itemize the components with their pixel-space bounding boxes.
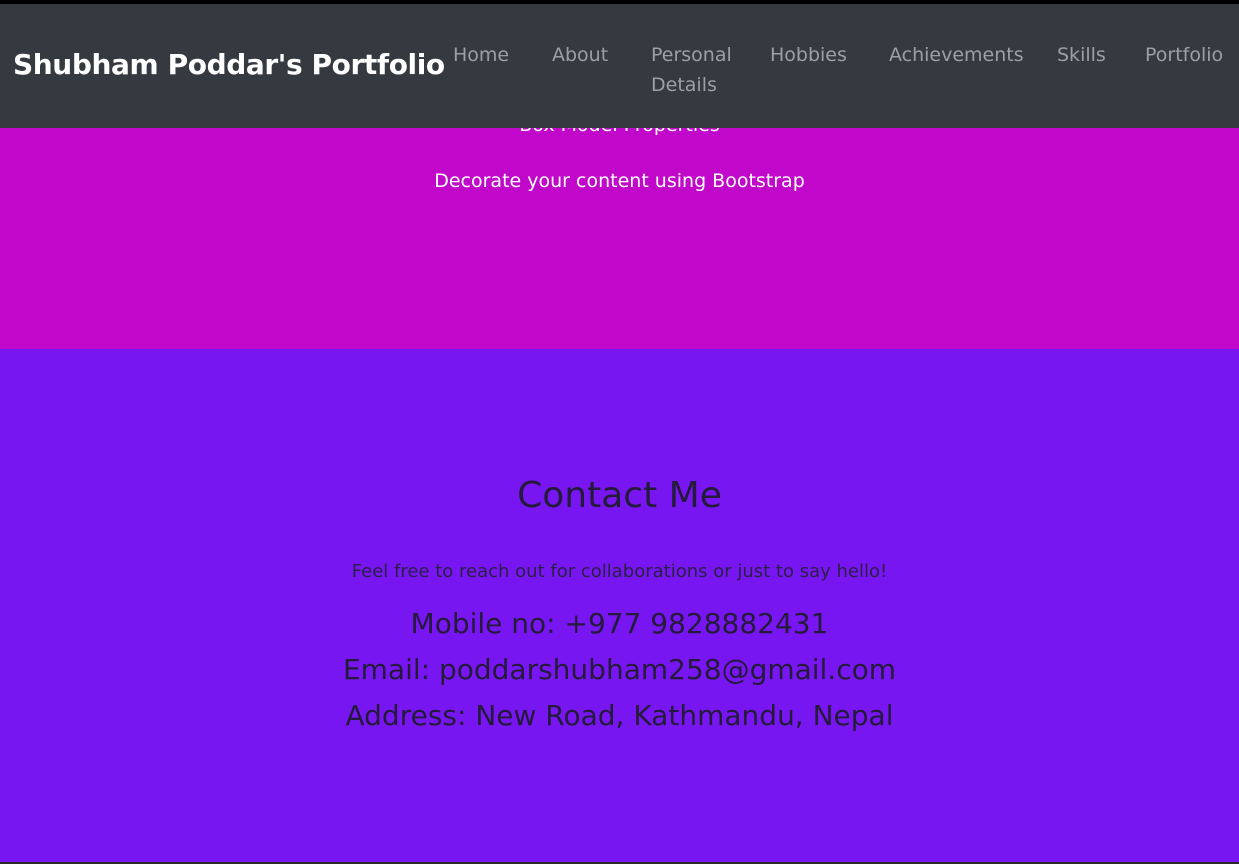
contact-email: Email: poddarshubham258@gmail.com (342, 653, 897, 686)
nav-hobbies[interactable]: Hobbies (770, 40, 847, 70)
contact-mobile: Mobile no: +977 9828882431 (410, 607, 829, 640)
contact-section: Contact Me Feel free to reach out for co… (0, 349, 1239, 862)
top-navbar: Shubham Poddar's Portfolio Home About Pe… (0, 4, 1239, 128)
nav-home[interactable]: Home (453, 40, 509, 70)
contact-title: Contact Me (517, 475, 722, 516)
nav-about[interactable]: About (552, 40, 608, 70)
contact-address: Address: New Road, Kathmandu, Nepal (345, 699, 894, 732)
nav-portfolio[interactable]: Portfolio (1145, 40, 1223, 70)
nav-skills[interactable]: Skills (1057, 40, 1106, 70)
brand-title[interactable]: Shubham Poddar's Portfolio (13, 48, 445, 81)
nav-achievements[interactable]: Achievements (889, 40, 1024, 70)
nav-personal-details[interactable]: Personal Details (651, 40, 741, 100)
contact-subtitle: Feel free to reach out for collaboration… (351, 561, 888, 582)
bootstrap-caption: Decorate your content using Bootstrap (434, 170, 805, 192)
